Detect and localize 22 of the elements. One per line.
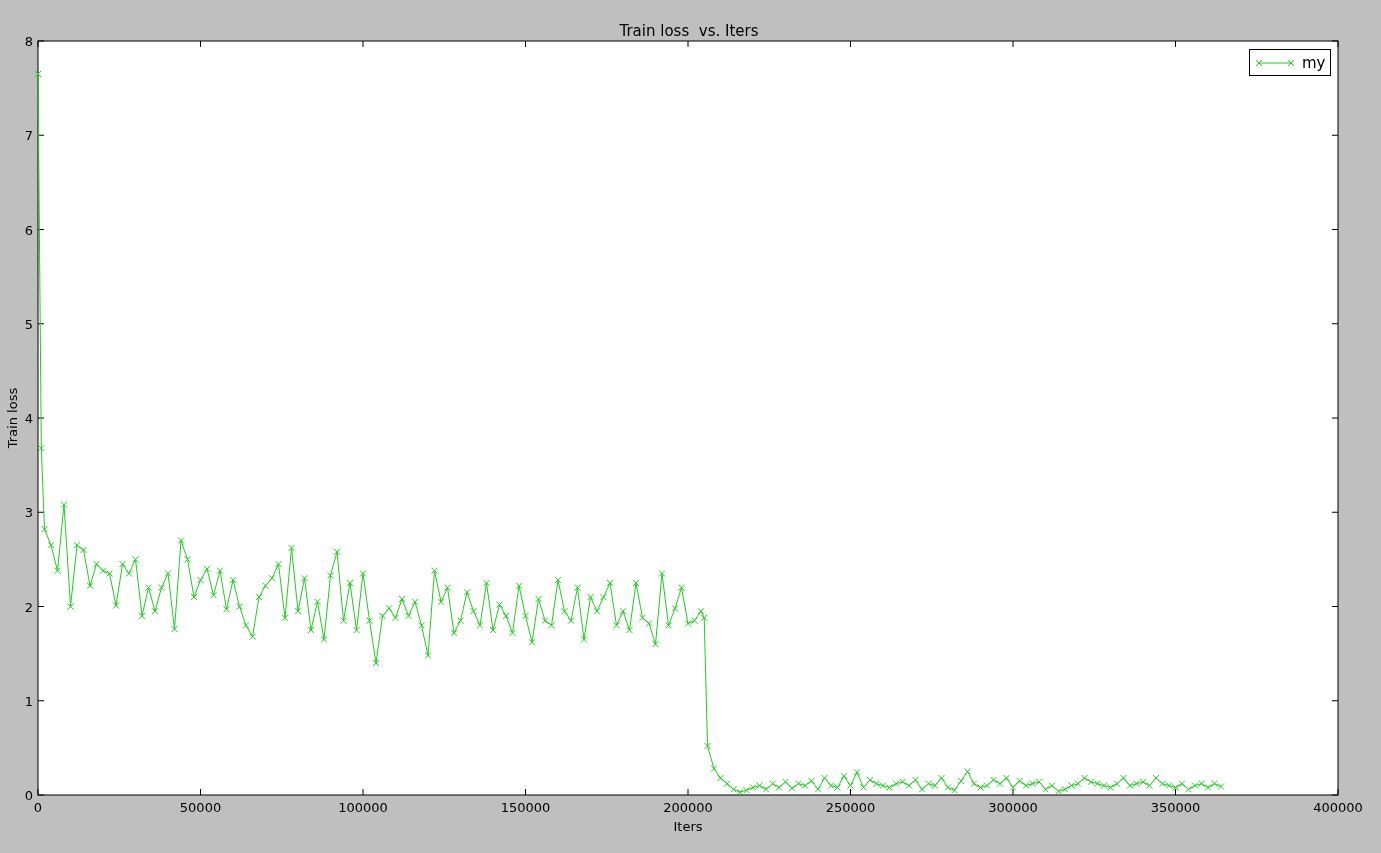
y-tick-label: 3 (24, 505, 33, 521)
y-tick-label: 4 (24, 411, 33, 426)
y-tick-label: 5 (24, 316, 33, 332)
x-tick-label: 400000 (1313, 800, 1363, 815)
legend-label: my (1302, 53, 1326, 72)
x-tick-label: 250000 (825, 800, 876, 815)
chart-title: Train loss vs. Iters (619, 22, 759, 40)
y-tick-label: 2 (24, 599, 33, 615)
x-tick-label: 150000 (500, 800, 551, 815)
y-axis-label: Train loss (5, 387, 20, 449)
y-tick-label: 0 (24, 788, 33, 803)
y-tick-label: 7 (24, 128, 33, 144)
x-tick-label: 50000 (179, 800, 222, 815)
x-axis-label: Iters (673, 819, 703, 834)
x-tick-label: 100000 (338, 800, 388, 815)
x-tick-label: 350000 (1150, 800, 1201, 815)
x-tick-label: 0 (33, 800, 43, 815)
y-tick-label: 8 (24, 34, 33, 49)
y-tick-label: 6 (24, 222, 33, 238)
y-tick-label: 1 (24, 693, 33, 709)
x-tick-label: 200000 (663, 800, 713, 815)
x-tick-label: 300000 (988, 800, 1038, 815)
